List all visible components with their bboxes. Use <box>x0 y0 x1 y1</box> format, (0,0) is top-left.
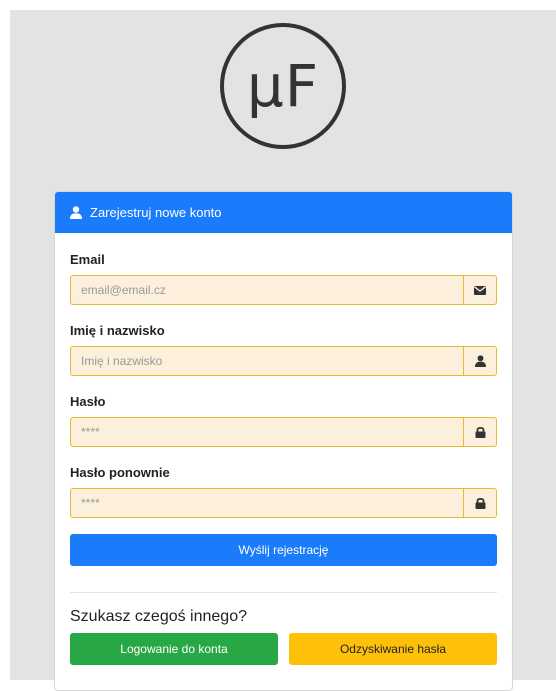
recover-password-button[interactable]: Odzyskiwanie hasła <box>289 633 497 665</box>
name-field[interactable] <box>70 346 463 376</box>
email-field[interactable] <box>70 275 463 305</box>
submit-registration-button[interactable]: Wyślij rejestrację <box>70 534 497 566</box>
password-repeat-input-group <box>70 488 497 518</box>
password-field[interactable] <box>70 417 463 447</box>
login-button[interactable]: Logowanie do konta <box>70 633 278 665</box>
divider <box>70 592 497 593</box>
name-input-group <box>70 346 497 376</box>
logo-text: μF <box>246 52 320 120</box>
lock-icon <box>463 417 497 447</box>
password-input-group <box>70 417 497 447</box>
name-label: Imię i nazwisko <box>70 323 165 338</box>
user-icon <box>463 346 497 376</box>
password-repeat-label: Hasło ponownie <box>70 465 170 480</box>
envelope-icon <box>463 275 497 305</box>
card-header: Zarejestruj nowe konto <box>55 192 512 233</box>
register-card: Zarejestruj nowe konto Email Imię i nazw… <box>54 191 513 691</box>
other-options-text: Szukasz czegoś innego? <box>70 608 247 625</box>
app-logo: μF <box>220 23 346 149</box>
lock-icon <box>463 488 497 518</box>
email-input-group <box>70 275 497 305</box>
password-label: Hasło <box>70 394 106 409</box>
card-title: Zarejestruj nowe konto <box>90 205 222 220</box>
email-label: Email <box>70 252 105 267</box>
password-repeat-field[interactable] <box>70 488 463 518</box>
user-icon <box>70 206 82 219</box>
